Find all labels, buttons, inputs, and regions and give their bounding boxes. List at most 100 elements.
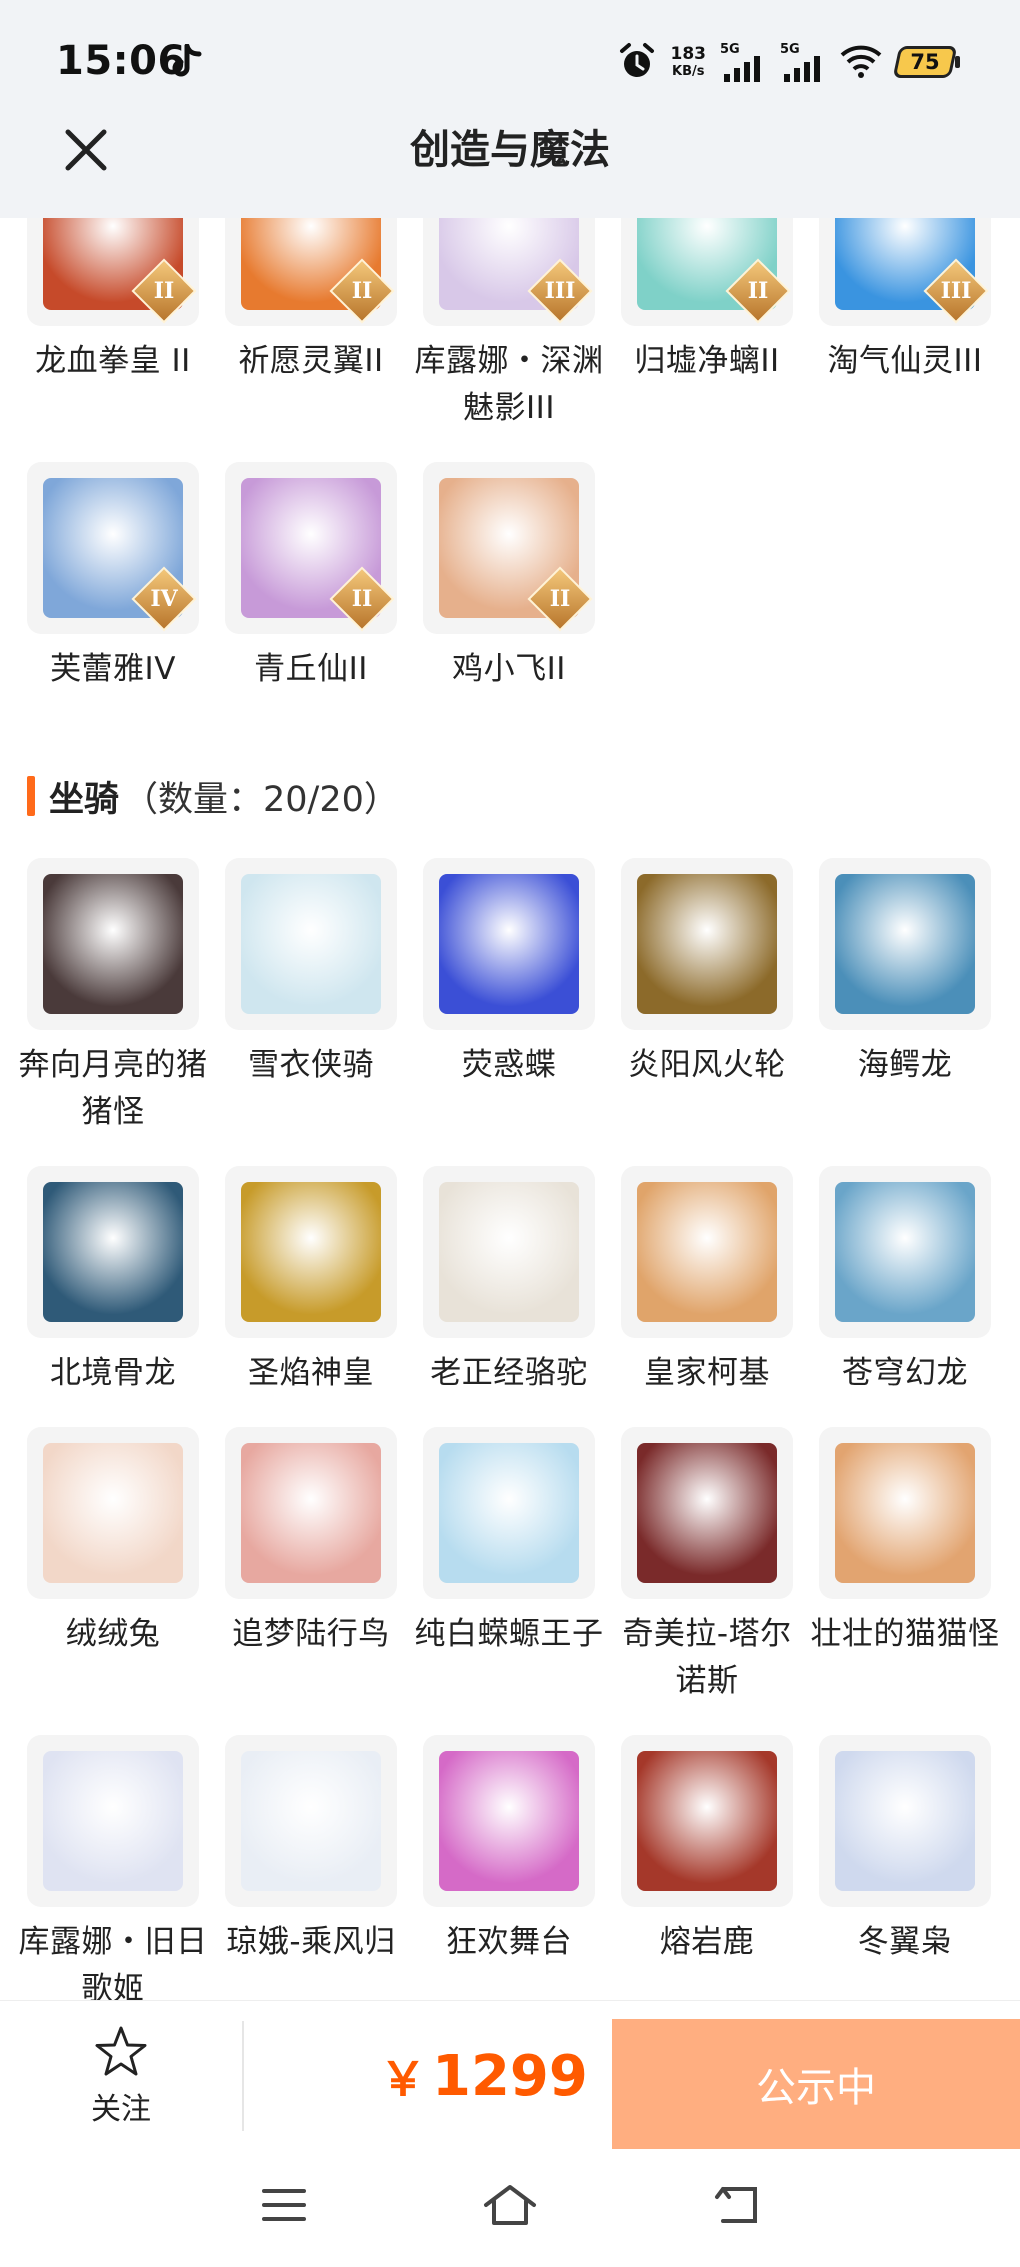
action-bar: 关注 ￥ 1299 公示中 [0, 2000, 1020, 2150]
skin-name: 归墟净螭II [634, 343, 780, 379]
tier-label: IV [150, 586, 178, 612]
battery-icon: 75 [892, 46, 960, 78]
skin-thumbnail: II [27, 218, 199, 326]
tier-label: II [351, 586, 373, 612]
fairy-girl-icon [241, 1751, 381, 1891]
mount-item[interactable]: 奔向月亮的猪猪怪 [19, 858, 207, 1136]
mount-item[interactable]: 海鳄龙 [819, 858, 991, 1136]
fire-wheel-icon [637, 874, 777, 1014]
mount-item[interactable]: 北境骨龙 [27, 1166, 199, 1397]
skin-name: 淘气仙灵III [827, 343, 983, 379]
skin-thumbnail: III [819, 218, 991, 326]
skin-name: 库露娜・深渊魅影III [414, 343, 604, 426]
skin-name: 青丘仙II [254, 651, 368, 687]
skin-item[interactable]: II 青丘仙II [225, 462, 397, 693]
mount-item[interactable]: 熔岩鹿 [621, 1735, 793, 2000]
mount-thumbnail [27, 1427, 199, 1599]
mount-item[interactable]: 壮壮的猫猫怪 [811, 1427, 999, 1705]
star-icon [95, 2026, 147, 2076]
lava-deer-icon [637, 1751, 777, 1891]
section-accent-bar [27, 776, 35, 816]
skin-item[interactable]: II 鸡小飞II [423, 462, 595, 693]
mount-thumbnail [819, 1735, 991, 1907]
home-icon [484, 2185, 536, 2225]
wifi-icon [840, 45, 882, 78]
skin-item[interactable]: III 淘气仙灵III [819, 218, 991, 432]
mount-thumbnail [819, 1427, 991, 1599]
mount-item[interactable]: 狂欢舞台 [423, 1735, 595, 2000]
mount-item[interactable]: 琼娥-乘风归 [225, 1735, 397, 2000]
mount-name: 老正经骆驼 [430, 1355, 588, 1391]
mount-name: 纯白蝾螈王子 [414, 1616, 604, 1652]
white-horse-icon [241, 874, 381, 1014]
axolotl-icon [439, 1443, 579, 1583]
skin-thumbnail: II [423, 462, 595, 634]
mounts-grid: 奔向月亮的猪猪怪 雪衣侠骑 荧惑蝶 炎阳风火轮 海鳄龙北境骨龙 圣焰神皇 老正经骆驼 皇家柯基… [19, 858, 999, 2000]
tier-label: III [544, 278, 576, 304]
alarm-icon [619, 43, 654, 77]
bone-dragon-icon [43, 1182, 183, 1322]
skin-name: 龙血拳皇 II [35, 343, 191, 379]
skin-item[interactable]: II 归墟净螭II [621, 218, 793, 432]
page-title: 创造与魔法 [410, 127, 610, 173]
black-pig-icon [43, 874, 183, 1014]
divider [242, 2021, 244, 2131]
mount-name: 奇美拉-塔尔诺斯 [622, 1616, 792, 1699]
skin-item[interactable]: II 龙血拳皇 II [27, 218, 199, 432]
tier-label: II [549, 586, 571, 612]
skin-thumbnail: III [423, 218, 595, 326]
mount-item[interactable]: 圣焰神皇 [225, 1166, 397, 1397]
mount-item[interactable]: 冬翼枭 [819, 1735, 991, 2000]
mount-item[interactable]: 绒绒兔 [27, 1427, 199, 1705]
back-button[interactable] [698, 2170, 778, 2240]
mount-name: 壮壮的猫猫怪 [810, 1616, 1000, 1652]
mount-item[interactable]: 老正经骆驼 [423, 1166, 595, 1397]
mount-name: 炎阳风火轮 [628, 1047, 786, 1083]
mount-item[interactable]: 奇美拉-塔尔诺斯 [621, 1427, 793, 1705]
tier-label: III [940, 278, 972, 304]
singer-girl-icon [43, 1751, 183, 1891]
tier-label: II [153, 278, 175, 304]
signal-icon-1: 5G [720, 42, 766, 82]
follow-button[interactable]: 关注 [0, 2001, 242, 2151]
mount-thumbnail [27, 1166, 199, 1338]
mount-item[interactable]: 荧惑蝶 [423, 858, 595, 1136]
sea-dragon-icon [835, 874, 975, 1014]
follow-label: 关注 [91, 2092, 151, 2127]
section-count: （数量：20/20） [123, 779, 399, 820]
skin-item[interactable]: III 库露娜・深渊魅影III [415, 218, 603, 432]
system-nav-bar [0, 2150, 1020, 2267]
status-bar: 15:06 183 KB/s 5G 5G 75 [0, 0, 1020, 120]
mount-item[interactable]: 苍穹幻龙 [819, 1166, 991, 1397]
mount-thumbnail [621, 858, 793, 1030]
skin-item[interactable]: II 祈愿灵翼II [225, 218, 397, 432]
mount-item[interactable]: 雪衣侠骑 [225, 858, 397, 1136]
public-display-button[interactable]: 公示中 [612, 2019, 1020, 2149]
mount-name: 雪衣侠骑 [248, 1047, 374, 1083]
mount-item[interactable]: 库露娜・旧日歌姬 [19, 1735, 207, 2000]
mount-thumbnail [621, 1166, 793, 1338]
skin-thumbnail: IV [27, 462, 199, 634]
skin-item[interactable]: IV 芙蕾雅IV [27, 462, 199, 693]
home-button[interactable] [470, 2170, 550, 2240]
mount-name: 熔岩鹿 [659, 1924, 755, 1960]
price: ￥ 1299 [380, 2001, 588, 2151]
mount-thumbnail [225, 1166, 397, 1338]
golden-phoenix-icon [241, 1182, 381, 1322]
mount-item[interactable]: 纯白蝾螈王子 [415, 1427, 603, 1705]
header: 创造与魔法 [0, 120, 1020, 218]
mount-item[interactable]: 追梦陆行鸟 [225, 1427, 397, 1705]
mount-thumbnail [225, 858, 397, 1030]
mount-item[interactable]: 炎阳风火轮 [621, 858, 793, 1136]
mount-item[interactable]: 皇家柯基 [621, 1166, 793, 1397]
content-scroll[interactable]: II 龙血拳皇 II II 祈愿灵翼II III 库露娜・深渊魅影III II 归墟净螭II I… [0, 218, 1020, 2000]
menu-button[interactable] [244, 2170, 324, 2240]
mount-name: 北境骨龙 [50, 1355, 176, 1391]
mount-thumbnail [423, 1166, 595, 1338]
mounts-section-header: 坐骑 （数量：20/20） [27, 772, 399, 820]
signal-icon-2: 5G [780, 42, 826, 82]
mount-name: 绒绒兔 [65, 1616, 161, 1652]
mount-thumbnail [27, 858, 199, 1030]
mount-thumbnail [423, 1427, 595, 1599]
mount-name: 追梦陆行鸟 [232, 1616, 390, 1652]
